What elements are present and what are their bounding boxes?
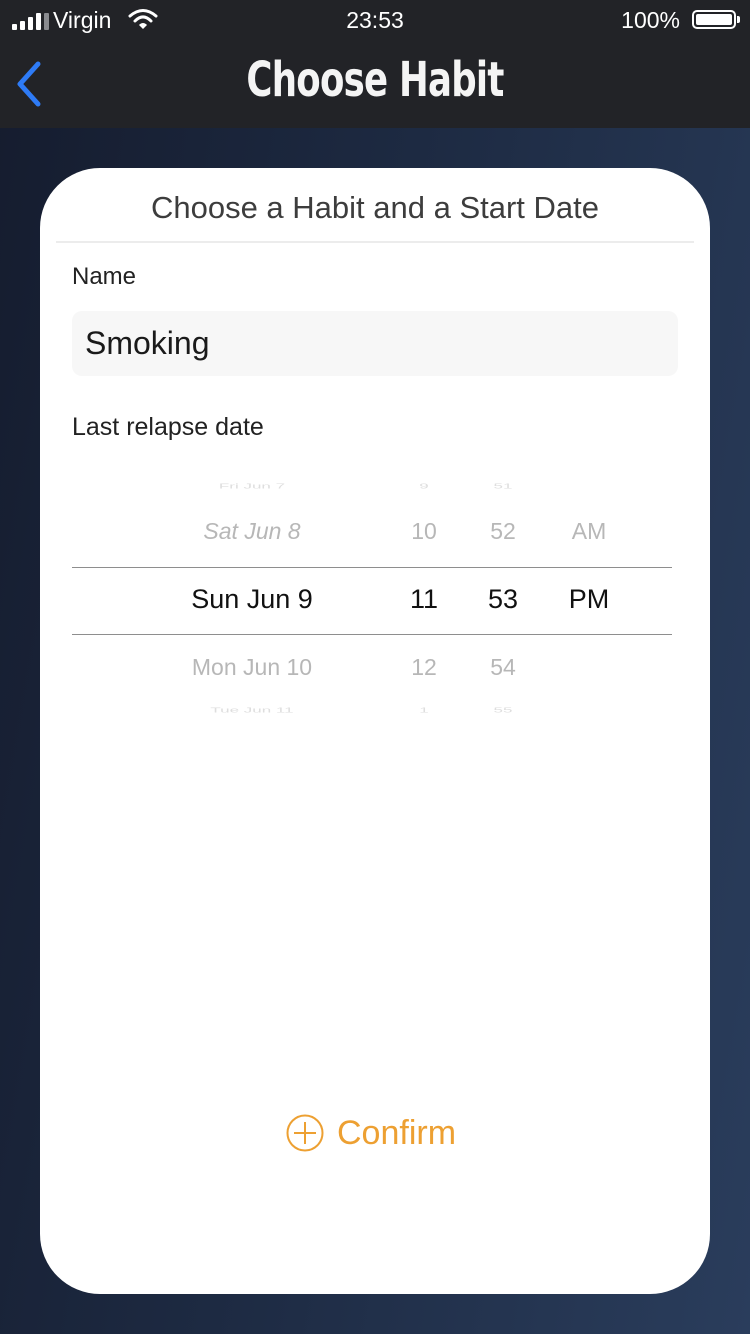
chevron-left-icon <box>17 61 41 107</box>
picker-period-selected[interactable]: PM <box>554 584 624 615</box>
picker-hour-option[interactable]: 10 <box>394 518 454 545</box>
confirm-label: Confirm <box>337 1113 457 1152</box>
plus-circle-icon <box>286 1114 324 1152</box>
picker-period-option[interactable]: AM <box>554 518 624 545</box>
battery-icon <box>692 10 740 29</box>
battery-percentage: 100% <box>621 7 680 33</box>
picker-hour-column[interactable]: 9 10 11 12 1 <box>394 468 454 733</box>
page-title: Choose Habit <box>246 52 504 108</box>
picker-date-option[interactable]: Sat Jun 8 <box>167 518 337 545</box>
habit-name-input[interactable] <box>72 311 678 376</box>
status-bar: Virgin 23:53 100% <box>0 0 750 40</box>
picker-hour-selected[interactable]: 11 <box>394 584 454 615</box>
navigation-header: Virgin 23:53 100% Choose Habit <box>0 0 750 128</box>
relapse-date-label: Last relapse date <box>72 413 264 441</box>
divider <box>56 241 694 243</box>
picker-hour-option[interactable]: 1 <box>394 706 454 715</box>
card-title: Choose a Habit and a Start Date <box>150 190 600 225</box>
picker-date-option[interactable]: Mon Jun 10 <box>167 654 337 681</box>
picker-hour-option[interactable]: 9 <box>394 482 454 491</box>
date-time-picker[interactable]: Fri Jun 7 Sat Jun 8 Sun Jun 9 Mon Jun 10… <box>72 468 672 733</box>
picker-date-column[interactable]: Fri Jun 7 Sat Jun 8 Sun Jun 9 Mon Jun 10… <box>167 468 337 733</box>
picker-minute-option[interactable]: 51 <box>472 482 534 491</box>
picker-period-column[interactable]: AM PM <box>554 468 624 733</box>
picker-minute-option[interactable]: 54 <box>472 654 534 681</box>
picker-hour-option[interactable]: 12 <box>394 654 454 681</box>
picker-minute-selected[interactable]: 53 <box>472 584 534 615</box>
picker-date-selected[interactable]: Sun Jun 9 <box>167 584 337 615</box>
confirm-button[interactable]: Confirm <box>285 1108 456 1158</box>
picker-minute-column[interactable]: 51 52 53 54 55 <box>472 468 534 733</box>
picker-date-option[interactable]: Fri Jun 7 <box>167 482 337 491</box>
picker-minute-option[interactable]: 52 <box>472 518 534 545</box>
back-button[interactable] <box>8 56 52 112</box>
name-label: Name <box>72 263 137 290</box>
picker-date-option[interactable]: Tue Jun 11 <box>167 706 337 715</box>
picker-minute-option[interactable]: 55 <box>472 706 534 715</box>
habit-form-card: Choose a Habit and a Start Date Name Las… <box>40 168 710 1294</box>
